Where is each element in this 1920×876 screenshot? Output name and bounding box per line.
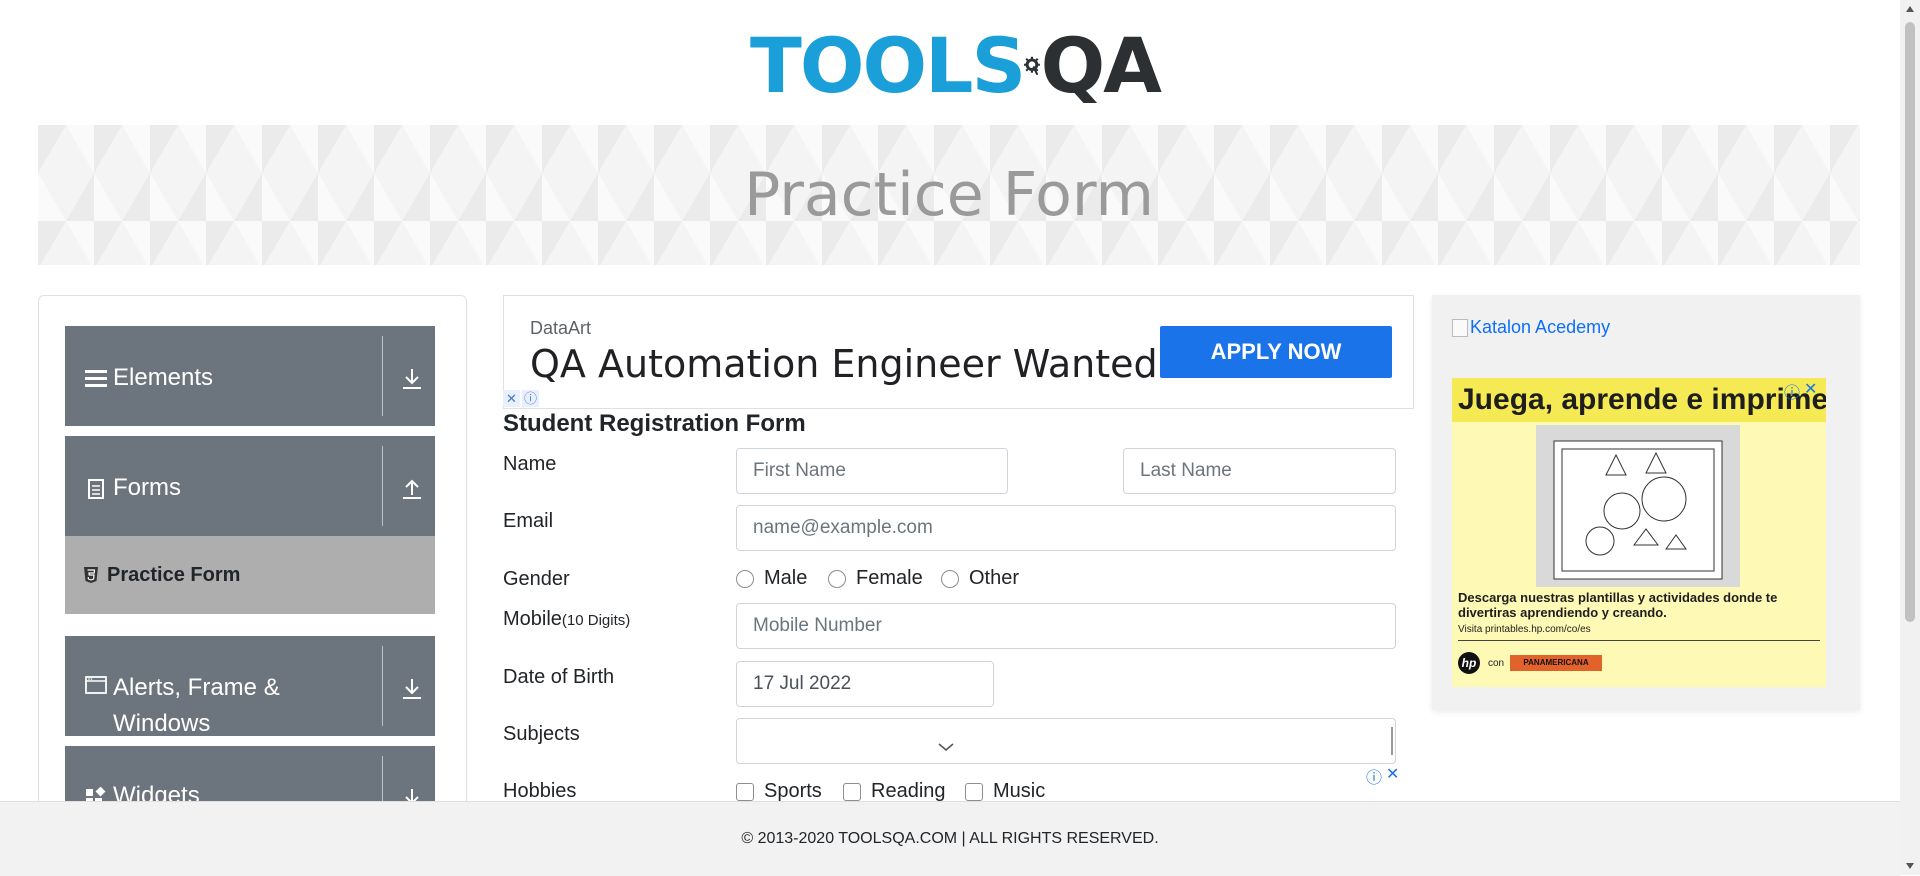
promo-url: Visita printables.hp.com/co/es [1458, 624, 1591, 635]
promo-text: Descarga nuestras plantillas y actividad… [1458, 590, 1778, 620]
sidebar-group-label: Alerts, Frame & [113, 674, 280, 701]
window-icon [85, 676, 107, 694]
sidebar-group-label-line2: Windows [113, 710, 211, 737]
broken-image-alt[interactable]: Katalon Acedemy [1470, 317, 1610, 338]
ad-choices[interactable]: ✕ ⓘ [503, 390, 543, 407]
sidebar-group-label: Forms [113, 474, 181, 501]
gender-radio-female[interactable]: Female [828, 567, 923, 590]
promo-con: con [1488, 658, 1505, 669]
download-arrow-icon[interactable] [399, 366, 425, 392]
job-ad-banner[interactable]: DataArt QA Automation Engineer Wanted AP… [503, 295, 1414, 409]
gender-radio-other[interactable]: Other [941, 567, 1019, 590]
radio-button[interactable] [828, 569, 846, 588]
ad-headline[interactable]: QA Automation Engineer Wanted [530, 342, 1158, 386]
coloring-page-image [1536, 425, 1740, 587]
sidebar-group-elements[interactable]: Elements [65, 326, 435, 426]
broken-image-icon [1452, 318, 1468, 337]
hamburger-icon [85, 370, 107, 387]
mobile-hint: (10 Digits) [561, 612, 631, 629]
dob-label: Date of Birth [503, 666, 615, 688]
hobby-checkbox-reading[interactable]: Reading [843, 780, 946, 803]
sidebar-item-label: Practice Form [107, 563, 241, 586]
date-of-birth-input[interactable] [736, 661, 994, 707]
scroll-up-arrow-icon[interactable] [1906, 6, 1914, 12]
sidebar-group-forms[interactable]: Forms [65, 436, 435, 536]
page-footer: © 2013-2020 TOOLSQA.COM | ALL RIGHTS RES… [0, 801, 1900, 876]
checkbox[interactable] [736, 782, 754, 801]
first-name-input[interactable] [736, 448, 1008, 494]
subjects-input[interactable] [736, 718, 1396, 764]
checkbox[interactable] [965, 782, 983, 801]
mobile-label: Mobile(10 Digits) [503, 608, 630, 631]
divider [382, 446, 383, 526]
gear-magnifier-icon [1024, 56, 1041, 76]
vertical-scrollbar[interactable] [1900, 0, 1920, 875]
close-icon[interactable]: ✕ [503, 390, 520, 407]
divider [382, 336, 383, 416]
gender-label: Gender [503, 568, 570, 590]
name-label: Name [503, 453, 557, 475]
sidebar-group-alerts[interactable]: Alerts, Frame & Windows [65, 636, 435, 737]
gender-radio-male[interactable]: Male [736, 567, 807, 590]
email-input[interactable] [736, 505, 1396, 551]
logo-tools-text: TOOLS [750, 21, 1026, 110]
checkbox-label[interactable]: Sports [764, 780, 822, 803]
upload-arrow-icon[interactable] [399, 476, 425, 502]
page-banner: Practice Form [38, 125, 1860, 265]
ad-choices-bottom[interactable]: ⓘ ✕ [1366, 764, 1399, 788]
divider [382, 646, 383, 726]
promo-headline: Juega, aprende e imprime [1452, 378, 1826, 422]
text-cursor [1391, 727, 1393, 755]
radio-button[interactable] [736, 569, 754, 588]
hobby-checkbox-sports[interactable]: Sports [736, 780, 822, 803]
hp-logo: hp [1458, 652, 1480, 674]
radio-label[interactable]: Male [764, 567, 807, 590]
download-arrow-icon[interactable] [399, 676, 425, 702]
document-icon [88, 479, 104, 499]
divider [1458, 640, 1820, 641]
chevron-down-icon[interactable] [937, 741, 955, 753]
info-icon[interactable]: ⓘ [1366, 764, 1382, 788]
toolsqa-logo[interactable]: TOOLS QA [750, 18, 1162, 114]
email-label: Email [503, 510, 554, 532]
logo-qa-text: QA [1040, 21, 1162, 110]
radio-label[interactable]: Female [856, 567, 923, 590]
apply-now-button[interactable]: APPLY NOW [1160, 326, 1392, 378]
hobby-checkbox-music[interactable]: Music [965, 780, 1045, 803]
mobile-label-text: Mobile [503, 608, 562, 630]
radio-button[interactable] [941, 569, 959, 588]
checkbox-label[interactable]: Reading [871, 780, 946, 803]
html-icon [84, 567, 98, 583]
checkbox[interactable] [843, 782, 861, 801]
promo-ad[interactable]: Juega, aprende e imprime Descarga nuestr… [1452, 378, 1826, 687]
ad-advertiser: DataArt [530, 318, 592, 338]
form-title: Student Registration Form [503, 410, 806, 437]
panamericana-logo: PANAMERICANA [1510, 655, 1602, 671]
close-icon[interactable]: ✕ [1386, 764, 1399, 788]
broken-image-link[interactable]: Katalon Acedemy [1452, 317, 1610, 338]
right-ad-panel[interactable]: Katalon Acedemy Juega, aprende e imprime… [1432, 295, 1860, 710]
info-icon[interactable]: ⓘ [522, 390, 539, 407]
info-icon[interactable]: ⓘ [1784, 379, 1800, 403]
ad-choices-right[interactable]: ⓘ ✕ [1784, 379, 1817, 403]
subjects-label: Subjects [503, 723, 580, 745]
radio-label[interactable]: Other [969, 567, 1019, 590]
checkbox-label[interactable]: Music [993, 780, 1045, 803]
page-title: Practice Form [744, 160, 1154, 230]
scroll-down-arrow-icon[interactable] [1906, 863, 1914, 869]
left-sidebar: Elements Forms Practice Form Alerts, Fra… [38, 295, 467, 816]
close-icon[interactable]: ✕ [1804, 379, 1817, 403]
hobbies-label: Hobbies [503, 780, 577, 802]
footer-copyright: © 2013-2020 TOOLSQA.COM | ALL RIGHTS RES… [741, 830, 1159, 847]
scroll-thumb[interactable] [1905, 22, 1915, 622]
sidebar-item-practice-form[interactable]: Practice Form [65, 536, 435, 614]
mobile-number-input[interactable] [736, 603, 1396, 649]
sidebar-group-label: Elements [113, 364, 214, 391]
last-name-input[interactable] [1123, 448, 1396, 494]
